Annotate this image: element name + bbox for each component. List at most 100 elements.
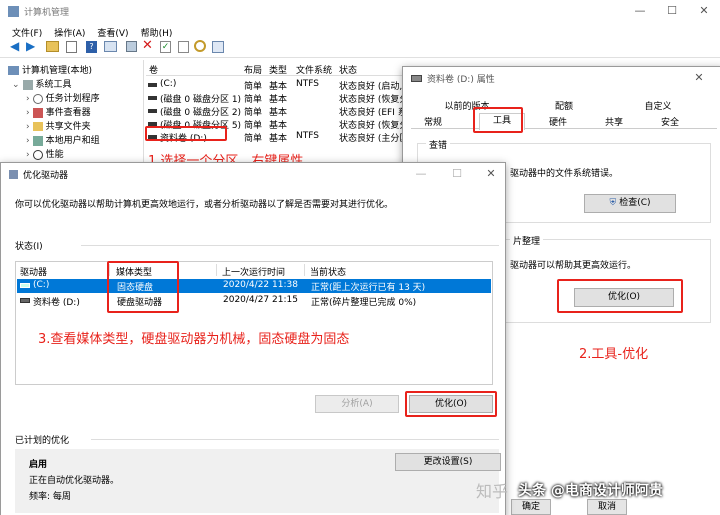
opt-minimize-button[interactable]: —: [405, 163, 437, 185]
settings-icon[interactable]: [212, 41, 224, 53]
tab-sharing[interactable]: 共享: [591, 115, 637, 128]
disk-icon: [148, 96, 157, 100]
forward-icon[interactable]: ▶: [26, 39, 35, 53]
toolbar: ◀ ▶ ? ✕ ✓: [0, 38, 720, 58]
delete-icon[interactable]: ✕: [142, 38, 153, 53]
folder-icon[interactable]: [46, 41, 59, 52]
volume-row[interactable]: (磁盘 0 磁盘分区 2) 简单 基本 状态良好 (EFI 系: [146, 104, 407, 118]
enabled-label: 启用: [29, 460, 48, 470]
cm-titlebar: 计算机管理: [0, 0, 720, 22]
computer-icon: [8, 66, 19, 75]
tree-item-shared-folders[interactable]: › 共享文件夹: [26, 119, 91, 132]
tab-quota[interactable]: 配额: [529, 99, 599, 112]
optimize-drives-dialog: 优化驱动器 — ☐ ✕ 你可以优化驱动器以帮助计算机更高效地运行，或者分析驱动器…: [0, 162, 506, 515]
drive-list: 驱动器 媒体类型 上一次运行时间 当前状态 (C:) 固态硬盘 2020/4/2…: [15, 261, 493, 385]
current-status: 正常(碎片整理已完成 0%): [311, 298, 417, 308]
tab-hardware[interactable]: 硬件: [535, 115, 581, 128]
chevron-right-icon: ›: [26, 108, 30, 118]
drive-row-d[interactable]: 资料卷 (D:) 硬盘驱动器 2020/4/27 21:15 正常(碎片整理已完…: [17, 294, 491, 308]
search-icon[interactable]: [194, 40, 206, 52]
volume-status: 状态良好 (主分区: [339, 134, 409, 144]
drive-icon: [411, 74, 422, 82]
col-sep-3: [304, 264, 305, 276]
check-text: 驱动器中的文件系统错误。: [510, 169, 619, 179]
col-last-run[interactable]: 上一次运行时间: [222, 265, 285, 278]
col-drive[interactable]: 驱动器: [20, 265, 47, 278]
status-label: 状态(I): [15, 242, 43, 252]
help-icon[interactable]: ?: [86, 41, 97, 53]
tab-general[interactable]: 常规: [415, 115, 451, 128]
view-icon[interactable]: [104, 41, 117, 52]
export-icon[interactable]: [178, 41, 189, 53]
tree-item-local-users[interactable]: › 本地用户和组: [26, 133, 100, 146]
tree-item-performance[interactable]: › 性能: [26, 147, 64, 160]
tree-item-task-scheduler[interactable]: › 任务计划程序: [26, 91, 100, 104]
drive-name: (C:): [33, 280, 50, 290]
volume-vol: (C:): [160, 79, 177, 89]
volume-layout: 简单: [244, 134, 263, 144]
tree-item-system-tools[interactable]: ⌄ 系统工具: [12, 77, 72, 90]
annotation-box-d-volume: [145, 126, 227, 141]
clock-icon: [32, 93, 43, 104]
props-titlebar: 资料卷 (D:) 属性: [403, 67, 720, 89]
drive-list-header: 驱动器 媒体类型 上一次运行时间 当前状态: [16, 262, 492, 278]
volume-fs: NTFS: [296, 79, 319, 89]
drive-name: 资料卷 (D:): [33, 298, 80, 308]
minimize-button[interactable]: —: [624, 0, 656, 22]
opt-close-button[interactable]: ✕: [475, 163, 507, 185]
change-settings-button[interactable]: 更改设置(S): [395, 453, 501, 471]
drive-icon: [20, 283, 30, 288]
volume-row[interactable]: (磁盘 0 磁盘分区 1) 简单 基本 状态良好 (恢复分: [146, 91, 408, 105]
shield-icon: ⛨: [609, 198, 617, 208]
back-icon[interactable]: ◀: [10, 39, 19, 53]
col-layout[interactable]: 布局: [244, 63, 262, 76]
tabs-bottom: 常规 工具 硬件 共享 安全: [411, 113, 717, 130]
defrag-text: 驱动器可以帮助其更高效运行。: [510, 261, 637, 271]
analyze-button[interactable]: 分析(A): [315, 395, 399, 413]
tab-security[interactable]: 安全: [647, 115, 693, 128]
col-current-status[interactable]: 当前状态: [310, 265, 346, 278]
volume-row[interactable]: (C:) 简单 基本 NTFS 状态良好 (启动,: [146, 78, 406, 92]
tree-pane: 计算机管理(本地) ⌄ 系统工具 › 任务计划程序 › 事件查看器 › 共享文件夹 › 本…: [0, 60, 144, 170]
chevron-down-icon: ⌄: [12, 80, 20, 90]
check-button[interactable]: ⛨ 检查(C): [584, 194, 676, 213]
frequency-text: 频率: 每周: [29, 492, 71, 502]
props-cancel-button[interactable]: 取消: [587, 499, 627, 515]
check-group-title: 查错: [426, 138, 451, 151]
col-fs[interactable]: 文件系统: [296, 63, 332, 76]
col-status[interactable]: 状态: [339, 63, 357, 76]
col-type[interactable]: 类型: [269, 63, 287, 76]
tree-item-root[interactable]: 计算机管理(本地): [8, 63, 92, 76]
annotation-step-3: 3.查看媒体类型，硬盘驱动器为机械，固态硬盘为固态: [38, 332, 350, 347]
connect-icon[interactable]: [126, 41, 137, 52]
col-sep-2: [216, 264, 217, 276]
annotation-box-optimize-btn: [405, 391, 497, 417]
tree-item-event-viewer[interactable]: › 事件查看器: [26, 105, 91, 118]
props-close-button[interactable]: ✕: [683, 67, 715, 89]
event-icon: [32, 107, 43, 118]
maximize-button[interactable]: ☐: [656, 0, 688, 22]
tab-customize[interactable]: 自定义: [623, 99, 693, 112]
defrag-group-title: 片整理: [510, 234, 544, 247]
props-ok-button[interactable]: 确定: [511, 499, 551, 515]
opt-maximize-button[interactable]: ☐: [441, 163, 473, 185]
scheduled-label: 已计划的优化: [15, 436, 70, 446]
annotation-box-media-type: [107, 261, 179, 313]
properties-icon[interactable]: [66, 41, 77, 53]
defrag-icon: [9, 169, 18, 179]
cm-title: 计算机管理: [24, 7, 70, 18]
scheduled-divider: [91, 439, 499, 440]
close-button[interactable]: ✕: [688, 0, 720, 22]
watermark-toutiao: 头条 @电商设计师阿贵: [518, 483, 663, 499]
chevron-right-icon: ›: [26, 150, 30, 160]
opt-title: 优化驱动器: [23, 170, 69, 181]
tabs-top: 以前的版本 配额 自定义: [411, 97, 717, 113]
watermark-zhihu: 知乎: [476, 482, 509, 501]
annotation-box-optimize: [557, 279, 683, 313]
col-volume[interactable]: 卷: [149, 63, 158, 76]
annotation-step-2: 2.工具-优化: [579, 347, 649, 362]
performance-icon: [32, 149, 43, 160]
drive-row-c[interactable]: (C:) 固态硬盘 2020/4/22 11:38 正常(距上次运行已有 13 …: [17, 279, 491, 293]
check-icon[interactable]: ✓: [160, 41, 171, 53]
last-run: 2020/4/22 11:38: [223, 280, 298, 290]
